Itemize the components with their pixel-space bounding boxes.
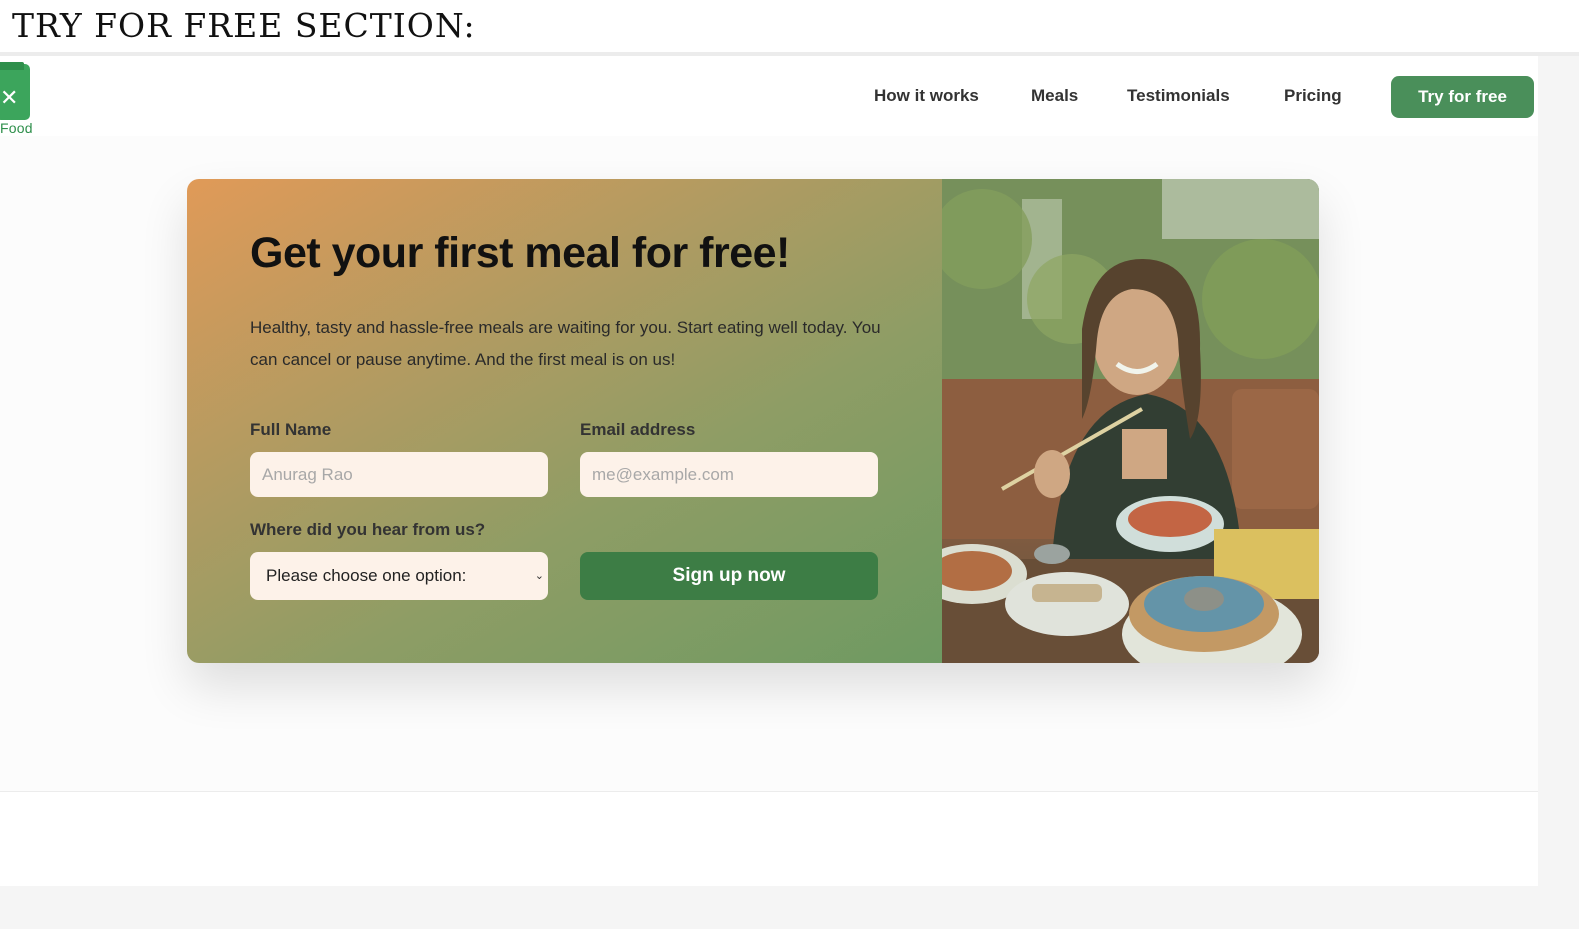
full-name-input[interactable] (250, 452, 548, 497)
try-for-free-button[interactable]: Try for free (1391, 76, 1534, 118)
nav-pricing[interactable]: Pricing (1284, 86, 1342, 106)
page-gutter-right (1538, 56, 1579, 929)
section-caption: TRY FOR FREE SECTION: (12, 6, 476, 45)
cta-card: Get your first meal for free! Healthy, t… (187, 179, 1319, 663)
page-gutter-bottom (0, 886, 1579, 929)
source-selected-value: Please choose one option: (266, 566, 467, 585)
nav-testimonials[interactable]: Testimonials (1127, 86, 1230, 106)
source-label: Where did you hear from us? (250, 520, 486, 539)
chevron-down-icon: ⌄ (534, 570, 544, 582)
cta-description: Healthy, tasty and hassle-free meals are… (250, 318, 881, 369)
nav-meals[interactable]: Meals (1031, 86, 1078, 106)
footer-area (0, 792, 1538, 886)
sign-up-button[interactable]: Sign up now (580, 552, 878, 600)
cta-form-panel: Get your first meal for free! Healthy, t… (187, 179, 942, 663)
meal-photo-illustration (942, 179, 1319, 663)
meal-photo (942, 179, 1319, 663)
email-input[interactable] (580, 452, 878, 497)
source-select[interactable]: Please choose one option: ⌄ (250, 552, 548, 600)
cta-title: Get your first meal for free! (250, 229, 790, 277)
full-name-label: Full Name (250, 420, 332, 439)
site-header: ✕ Food How it works Meals Testimonials P… (0, 56, 1538, 136)
nav-how-it-works[interactable]: How it works (874, 86, 979, 106)
email-label: Email address (580, 420, 696, 439)
main-nav: How it works Meals Testimonials Pricing … (0, 56, 1538, 136)
page: ✕ Food How it works Meals Testimonials P… (0, 56, 1538, 886)
